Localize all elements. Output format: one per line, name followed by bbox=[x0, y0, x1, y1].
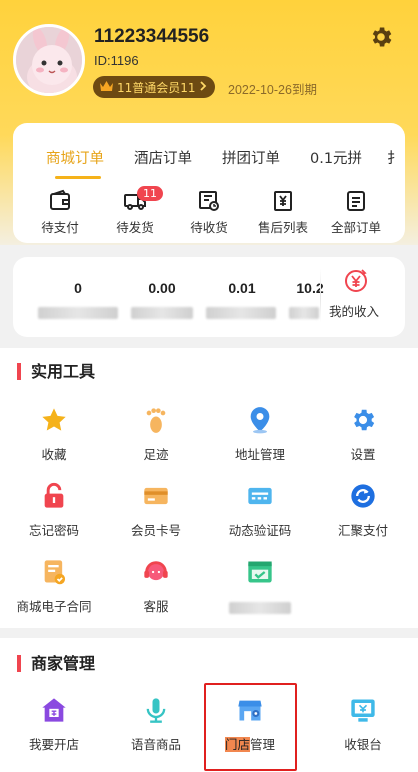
blurred-label bbox=[206, 307, 276, 319]
active-tab-indicator bbox=[55, 176, 101, 179]
order-after-sales[interactable]: 售后列表 bbox=[247, 189, 319, 236]
order-item-label: 待收货 bbox=[190, 220, 228, 235]
income-divider bbox=[320, 269, 321, 323]
user-id: ID:1196 bbox=[94, 53, 139, 68]
pay-icon bbox=[351, 484, 375, 508]
merchant-cashier[interactable]: 收银台 bbox=[313, 696, 413, 753]
tool-label: 客服 bbox=[143, 599, 169, 614]
card-icon bbox=[144, 487, 168, 505]
merchant-label: 我要开店 bbox=[28, 737, 79, 752]
merchant-label: 收银台 bbox=[344, 737, 382, 752]
location-icon bbox=[250, 407, 270, 434]
tool-dynamic-code[interactable]: 动态验证码 bbox=[210, 482, 310, 539]
tool-settings[interactable]: 设置 bbox=[313, 406, 413, 463]
order-pending-payment[interactable]: 待支付 bbox=[24, 189, 96, 236]
cashier-icon bbox=[351, 699, 375, 722]
order-pending-receipt[interactable]: 待收货 bbox=[173, 189, 245, 236]
captcha-icon bbox=[248, 487, 272, 505]
pending-shipment-count-badge: 11 bbox=[137, 186, 163, 201]
blurred-label bbox=[38, 307, 118, 319]
table-icon bbox=[248, 561, 272, 583]
receive-icon bbox=[199, 191, 219, 211]
tab-mall-orders[interactable]: 商城订单 bbox=[46, 147, 104, 168]
tool-favorites[interactable]: 收藏 bbox=[4, 406, 104, 463]
order-item-label: 待发货 bbox=[116, 220, 154, 235]
lock-icon bbox=[44, 482, 64, 508]
crown-icon bbox=[99, 80, 114, 95]
settings-gear-icon[interactable] bbox=[368, 24, 394, 50]
merchant-open-shop[interactable]: 我要开店 bbox=[4, 696, 104, 753]
income-card: 0 0.00 0.01 10.2 我的收入 bbox=[13, 257, 405, 337]
footprint-icon bbox=[146, 408, 166, 433]
income-value[interactable]: 10.2 bbox=[290, 280, 330, 296]
tab-group-0-1[interactable]: 0.1元拼 bbox=[310, 147, 362, 168]
order-item-label: 待支付 bbox=[41, 220, 79, 235]
tools-section-title: 实用工具 bbox=[17, 363, 95, 380]
blurred-label bbox=[131, 307, 193, 319]
tool-label: 忘记密码 bbox=[28, 523, 79, 538]
tool-label: 商城电子合同 bbox=[16, 599, 92, 614]
merchant-voice-products[interactable]: 语音商品 bbox=[106, 696, 206, 753]
star-icon bbox=[42, 408, 66, 431]
order-tabs: 商城订单 酒店订单 拼团订单 0.1元拼 扌 bbox=[13, 123, 405, 181]
tool-label: 设置 bbox=[350, 447, 376, 462]
tool-customer-service[interactable]: 客服 bbox=[106, 558, 206, 615]
contract-icon bbox=[44, 560, 66, 585]
tool-mall-contract[interactable]: 商城电子合同 bbox=[4, 558, 104, 615]
member-level-badge[interactable]: 11普通会员11 bbox=[93, 76, 215, 98]
tool-member-card[interactable]: 会员卡号 bbox=[106, 482, 206, 539]
tool-label: 收藏 bbox=[41, 447, 67, 462]
tool-label: 地址管理 bbox=[234, 447, 285, 462]
order-item-label: 售后列表 bbox=[257, 220, 308, 235]
income-value[interactable]: 0.00 bbox=[131, 280, 193, 296]
chevron-right-icon bbox=[199, 80, 207, 94]
avatar[interactable] bbox=[13, 24, 85, 96]
orders-card: 商城订单 酒店订单 拼团订单 0.1元拼 扌 待支付 11 待发货 待收货 售后… bbox=[13, 123, 405, 243]
annotation-highlight-box bbox=[204, 683, 297, 771]
tool-address[interactable]: 地址管理 bbox=[210, 406, 310, 463]
shop-house-icon bbox=[42, 698, 66, 722]
member-level-text: 11普通会员11 bbox=[117, 80, 196, 95]
order-pending-shipment[interactable]: 11 待发货 bbox=[99, 186, 171, 236]
tool-blurred[interactable] bbox=[210, 558, 310, 614]
my-income-label[interactable]: 我的收入 bbox=[329, 301, 379, 320]
wallet-icon bbox=[50, 189, 70, 210]
tool-forgot-password[interactable]: 忘记密码 bbox=[4, 482, 104, 539]
document-icon bbox=[347, 191, 365, 211]
blurred-label bbox=[229, 602, 291, 614]
tool-label: 动态验证码 bbox=[228, 523, 292, 538]
tab-hotel-orders[interactable]: 酒店订单 bbox=[134, 147, 192, 168]
tool-aggregate-pay[interactable]: 汇聚支付 bbox=[313, 482, 413, 539]
order-all[interactable]: 全部订单 bbox=[320, 189, 392, 236]
merchant-section-title: 商家管理 bbox=[17, 655, 95, 672]
tab-group-orders[interactable]: 拼团订单 bbox=[222, 147, 280, 168]
income-value[interactable]: 0 bbox=[53, 280, 103, 296]
tool-label: 足迹 bbox=[143, 447, 169, 462]
microphone-icon bbox=[146, 698, 166, 723]
tool-label: 汇聚支付 bbox=[337, 523, 388, 538]
gear-icon bbox=[354, 409, 375, 431]
headset-icon bbox=[144, 561, 168, 581]
merchant-label: 语音商品 bbox=[130, 737, 181, 752]
my-income-icon[interactable] bbox=[343, 267, 369, 293]
order-item-label: 全部订单 bbox=[330, 220, 381, 235]
tool-footprints[interactable]: 足迹 bbox=[106, 406, 206, 463]
membership-expiry: 2022-10-26到期 bbox=[228, 83, 317, 97]
tools-section: 实用工具 收藏 足迹 地址管理 设置 忘记密码 会员卡号 动态验证码 汇聚支付 … bbox=[0, 348, 418, 628]
tool-label: 会员卡号 bbox=[130, 523, 181, 538]
yen-return-icon bbox=[274, 191, 292, 211]
tab-overflow[interactable]: 扌 bbox=[387, 147, 402, 168]
blurred-label bbox=[289, 307, 319, 319]
username: 11223344556 bbox=[94, 26, 210, 47]
income-value[interactable]: 0.01 bbox=[213, 280, 271, 296]
